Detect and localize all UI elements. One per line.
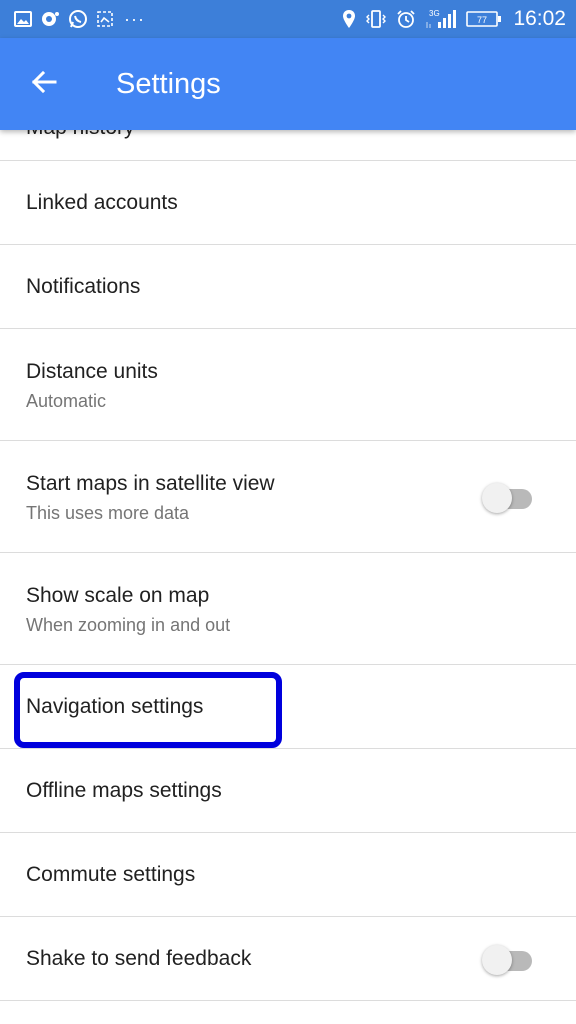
settings-item-offline-maps[interactable]: Offline maps settings xyxy=(0,749,576,833)
status-bar: ··· 3G 77 16:02 xyxy=(0,0,576,38)
arrow-back-icon xyxy=(30,68,58,101)
settings-item-subtitle: When zooming in and out xyxy=(26,615,231,635)
settings-item-title: Notifications xyxy=(26,274,141,298)
status-clock: 16:02 xyxy=(513,7,566,30)
vibrate-icon xyxy=(365,9,387,29)
settings-item-commute[interactable]: Commute settings xyxy=(0,833,576,917)
settings-item-title: Distance units xyxy=(26,360,158,383)
app-bar: Settings xyxy=(0,38,576,130)
settings-item-title: Show scale on map xyxy=(26,584,210,607)
whatsapp-icon xyxy=(68,9,88,29)
settings-item-subtitle: Automatic xyxy=(26,391,107,411)
settings-item-partial[interactable]: Map history xyxy=(0,130,576,161)
settings-item-show-scale[interactable]: Show scale on map When zooming in and ou… xyxy=(0,553,576,665)
back-button[interactable] xyxy=(20,62,68,106)
signal-icon: 3G xyxy=(425,8,457,30)
more-notifications-icon: ··· xyxy=(124,8,145,29)
settings-item-notifications[interactable]: Notifications xyxy=(0,245,576,329)
settings-item-title: Commute settings xyxy=(26,862,196,886)
settings-item-linked-accounts[interactable]: Linked accounts xyxy=(0,161,576,245)
settings-item-shake-feedback[interactable]: Shake to send feedback xyxy=(0,917,576,1001)
location-icon xyxy=(342,9,356,29)
settings-item-title: Linked accounts xyxy=(26,190,178,214)
notification-app-icon xyxy=(40,10,60,28)
shake-feedback-toggle[interactable] xyxy=(482,943,532,975)
status-bar-right: 3G 77 16:02 xyxy=(342,7,566,31)
battery-level-text: 77 xyxy=(477,15,487,25)
page-title: Settings xyxy=(116,68,221,100)
toggle-thumb xyxy=(482,944,512,975)
satellite-view-toggle[interactable] xyxy=(482,481,532,513)
settings-item-satellite-view[interactable]: Start maps in satellite view This uses m… xyxy=(0,441,576,553)
settings-item-title: Navigation settings xyxy=(26,694,204,718)
battery-icon: 77 xyxy=(466,10,502,28)
network-type-label: 3G xyxy=(429,9,440,18)
settings-list[interactable]: Map history Linked accounts Notification… xyxy=(0,130,576,1024)
settings-item-navigation[interactable]: Navigation settings xyxy=(0,665,576,749)
settings-item-title: Shake to send feedback xyxy=(26,946,252,970)
settings-item-distance-units[interactable]: Distance units Automatic xyxy=(0,329,576,441)
toggle-thumb xyxy=(482,482,512,513)
gallery-icon xyxy=(14,11,32,27)
status-bar-left: ··· xyxy=(14,9,342,30)
alarm-icon xyxy=(396,9,416,29)
settings-item-partial-label: Map history xyxy=(26,130,135,140)
screenshot-icon xyxy=(96,10,114,28)
settings-item-title: Offline maps settings xyxy=(26,778,222,802)
